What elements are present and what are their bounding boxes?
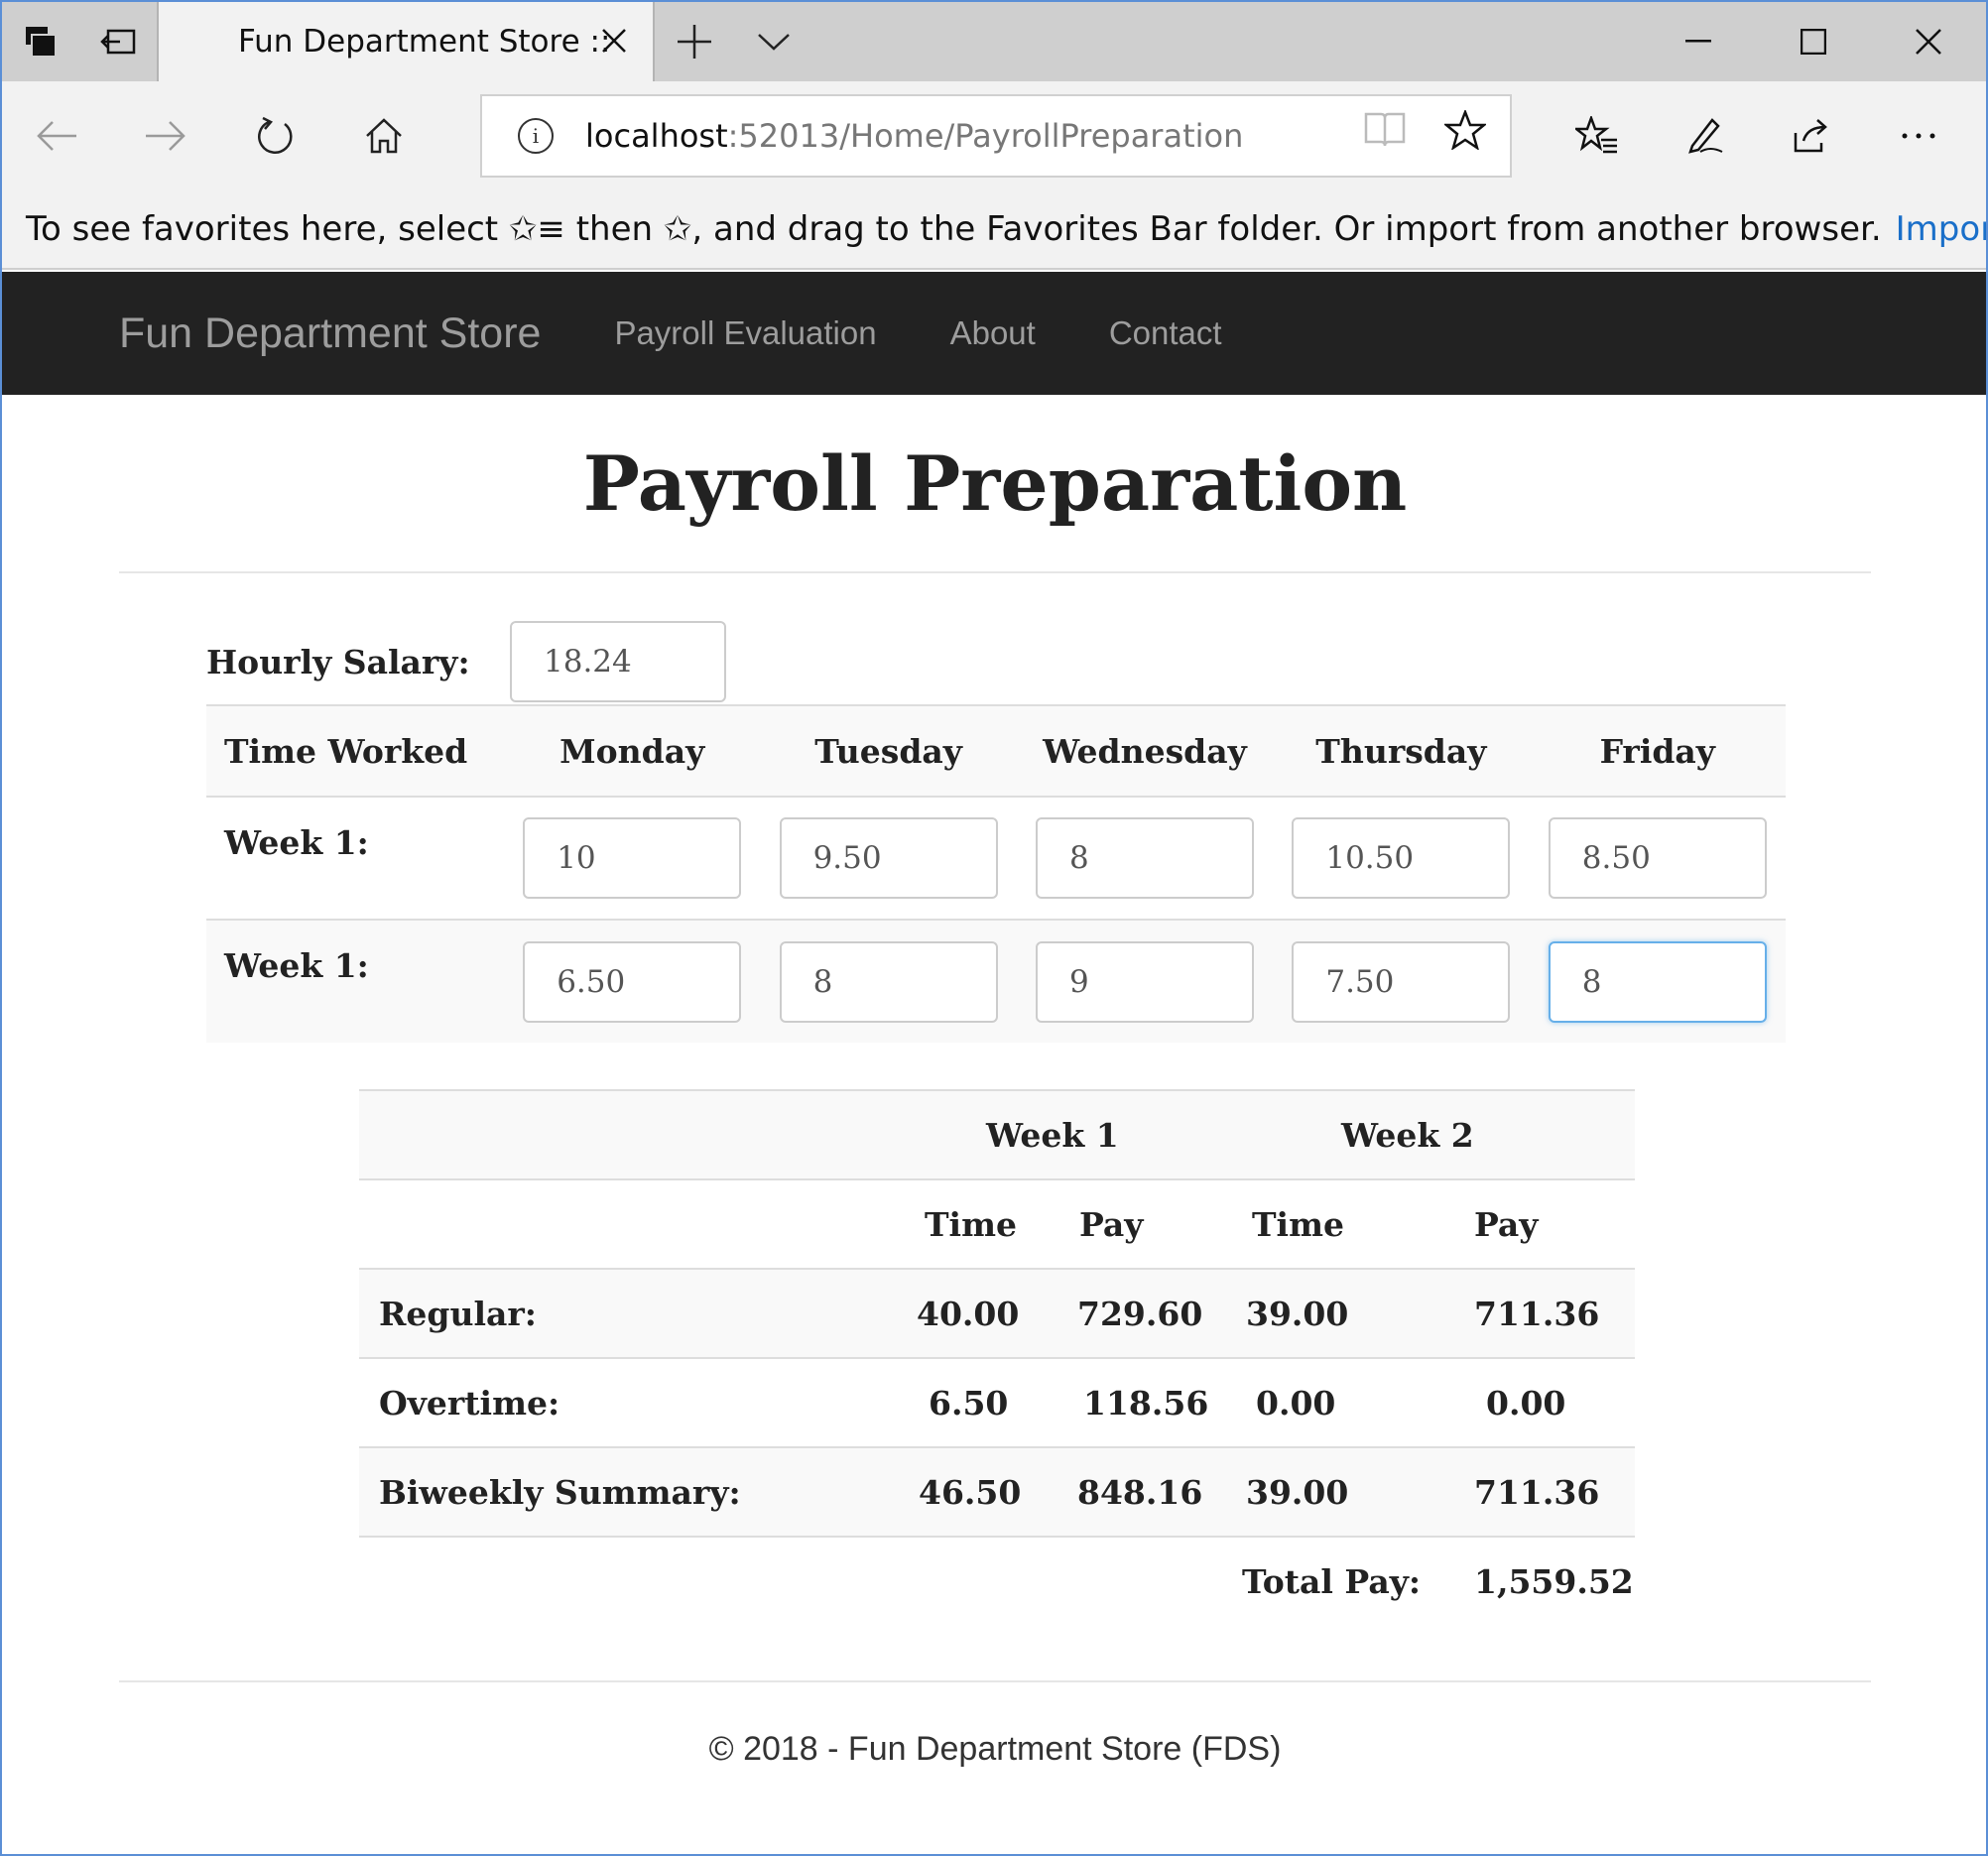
nav-about[interactable]: About xyxy=(950,314,1036,352)
site-navbar: Fun Department Store Payroll Evaluation … xyxy=(2,272,1986,395)
hourly-salary-label: Hourly Salary: xyxy=(206,642,470,681)
page-title: Payroll Preparation xyxy=(582,439,1408,528)
url-host: localhost xyxy=(585,117,728,155)
row-label-biweekly: Biweekly Summary: xyxy=(359,1446,901,1537)
more-icon[interactable] xyxy=(1865,81,1972,190)
regular-week2-time: 39.00 xyxy=(1242,1268,1474,1358)
summary-row-regular: Regular: 40.00 729.60 39.00 711.36 xyxy=(359,1268,1635,1358)
overtime-week2-time: 0.00 xyxy=(1242,1357,1474,1447)
overtime-week1-time: 6.50 xyxy=(901,1357,1077,1447)
regular-week1-time: 40.00 xyxy=(901,1268,1077,1358)
summary-row-biweekly: Biweekly Summary: 46.50 848.16 39.00 711… xyxy=(359,1446,1635,1537)
header-week2-pay: Pay xyxy=(1474,1178,1635,1269)
new-tab-icon[interactable] xyxy=(655,2,734,81)
nav-payroll-evaluation[interactable]: Payroll Evaluation xyxy=(614,314,876,352)
back-arrow-icon[interactable] xyxy=(2,81,111,190)
browser-window: Fun Department Store :: i localhost:520… xyxy=(0,0,1988,1856)
week-label: Week 1: xyxy=(206,796,504,920)
summary-row-overtime: Overtime: 6.50 118.56 0.00 0.00 xyxy=(359,1357,1635,1447)
header-wednesday: Wednesday xyxy=(1016,704,1274,798)
header-week1-time: Time xyxy=(901,1178,1077,1269)
set-tabs-aside-icon[interactable] xyxy=(79,2,157,81)
overtime-week2-pay: 0.00 xyxy=(1474,1357,1635,1447)
week1-thursday-input[interactable]: 10.50 xyxy=(1292,817,1511,899)
week-row-2: Week 1: 6.50 8 9 7.50 8 xyxy=(206,919,1786,1043)
week2-monday-input[interactable]: 6.50 xyxy=(523,940,742,1023)
total-pay-label: Total Pay: xyxy=(1242,1536,1474,1626)
tab-manager-icon[interactable] xyxy=(2,2,79,81)
pay-summary-table: Week 1 Week 2 Time Pay Time Pay Regular:… xyxy=(359,1089,1635,1626)
regular-week2-pay: 711.36 xyxy=(1474,1268,1635,1358)
header-week-2: Week 2 xyxy=(1242,1089,1635,1179)
tab-title: Fun Department Store :: xyxy=(238,24,611,60)
header-friday: Friday xyxy=(1529,704,1786,798)
week2-thursday-input[interactable]: 7.50 xyxy=(1292,940,1511,1023)
salary-row: Hourly Salary: 18.24 xyxy=(206,621,1786,702)
row-label-regular: Regular: xyxy=(359,1268,901,1358)
total-pay-value: 1,559.52 xyxy=(1474,1536,1635,1626)
site-info-icon[interactable]: i xyxy=(518,118,554,154)
favorites-hint-text: To see favorites here, select ✩≡ then ✩,… xyxy=(26,209,1882,249)
close-window-icon[interactable] xyxy=(1871,2,1986,81)
share-icon[interactable] xyxy=(1758,81,1865,190)
header-time-worked: Time Worked xyxy=(206,704,504,798)
week1-friday-input[interactable]: 8.50 xyxy=(1548,817,1767,899)
summary-row-total: Total Pay: 1,559.52 xyxy=(359,1536,1635,1626)
browser-toolbar: i localhost:52013/Home/PayrollPreparatio… xyxy=(2,81,1986,190)
week-row-1: Week 1: 10 9.50 8 10.50 8.50 xyxy=(206,796,1786,920)
nav-contact[interactable]: Contact xyxy=(1109,314,1222,352)
address-bar[interactable]: i localhost:52013/Home/PayrollPreparatio… xyxy=(480,94,1512,178)
week1-monday-input[interactable]: 10 xyxy=(523,817,742,899)
header-monday: Monday xyxy=(504,704,761,798)
hourly-salary-input[interactable]: 18.24 xyxy=(510,621,726,702)
overtime-week1-pay: 118.56 xyxy=(1077,1357,1242,1447)
header-week2-time: Time xyxy=(1242,1178,1474,1269)
favorites-bar-hint: To see favorites here, select ✩≡ then ✩,… xyxy=(2,190,1986,270)
minimize-icon[interactable] xyxy=(1641,2,1756,81)
refresh-icon[interactable] xyxy=(220,81,329,190)
reading-view-icon[interactable] xyxy=(1363,110,1407,154)
toolbar-right-icons xyxy=(1544,81,1972,190)
biweekly-week2-pay: 711.36 xyxy=(1474,1446,1635,1537)
summary-sub-header-row: Time Pay Time Pay xyxy=(359,1178,1635,1269)
summary-week-header-row: Week 1 Week 2 xyxy=(359,1089,1635,1179)
window-controls xyxy=(1641,2,1986,81)
week2-tuesday-input[interactable]: 8 xyxy=(779,940,998,1023)
header-tuesday: Tuesday xyxy=(760,704,1017,798)
header-week-1: Week 1 xyxy=(901,1089,1242,1179)
chevron-down-icon[interactable] xyxy=(734,2,813,81)
maximize-icon[interactable] xyxy=(1756,2,1871,81)
divider xyxy=(119,571,1871,573)
divider xyxy=(119,1680,1871,1682)
main-content: Payroll Preparation Hourly Salary: 18.24… xyxy=(119,395,1871,1768)
address-bar-actions xyxy=(1363,108,1488,154)
biweekly-week1-pay: 848.16 xyxy=(1077,1446,1242,1537)
biweekly-week2-time: 39.00 xyxy=(1242,1446,1474,1537)
week1-wednesday-input[interactable]: 8 xyxy=(1035,817,1254,899)
week2-wednesday-input[interactable]: 9 xyxy=(1035,940,1254,1023)
hours-header-row: Time Worked Monday Tuesday Wednesday Thu… xyxy=(206,704,1786,798)
week1-tuesday-input[interactable]: 9.50 xyxy=(779,817,998,899)
header-week1-pay: Pay xyxy=(1077,1178,1242,1269)
header-thursday: Thursday xyxy=(1273,704,1530,798)
favorites-hub-icon[interactable] xyxy=(1544,81,1651,190)
home-icon[interactable] xyxy=(329,81,438,190)
close-tab-icon[interactable] xyxy=(599,20,629,64)
payroll-form: Hourly Salary: 18.24 Time Worked Monday … xyxy=(206,621,1786,1043)
week-label: Week 1: xyxy=(206,919,504,1043)
time-worked-table: Time Worked Monday Tuesday Wednesday Thu… xyxy=(206,704,1786,1043)
week2-friday-input[interactable]: 8 xyxy=(1548,940,1767,1023)
pen-icon[interactable] xyxy=(1651,81,1758,190)
regular-week1-pay: 729.60 xyxy=(1077,1268,1242,1358)
url-path: :52013/Home/PayrollPreparation xyxy=(727,117,1244,155)
brand-link[interactable]: Fun Department Store xyxy=(119,309,541,358)
tab-active[interactable]: Fun Department Store :: xyxy=(159,2,655,81)
forward-arrow-icon[interactable] xyxy=(111,81,220,190)
import-favorites-link[interactable]: Import fav xyxy=(1896,209,1986,249)
tab-strip: Fun Department Store :: xyxy=(2,2,1986,81)
star-icon[interactable] xyxy=(1442,108,1488,154)
footer-copyright: © 2018 - Fun Department Store (FDS) xyxy=(708,1730,1282,1768)
row-label-overtime: Overtime: xyxy=(359,1357,901,1447)
biweekly-week1-time: 46.50 xyxy=(901,1446,1077,1537)
